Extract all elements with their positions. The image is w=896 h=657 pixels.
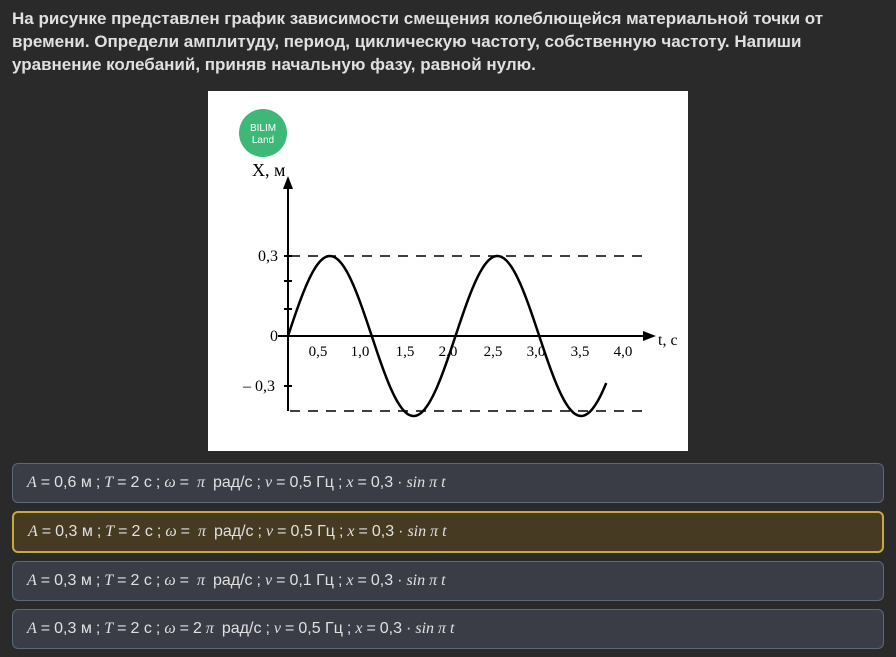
chart-svg: BILIM Land X, м t, с 0,3 0 – 0,3 0,5 [208,91,688,451]
svg-text:0,3: 0,3 [258,248,278,265]
question-text: На рисунке представлен график зависимост… [8,8,888,77]
svg-text:0: 0 [270,328,278,345]
logo-text-2: Land [252,135,274,146]
svg-text:– 0,3: – 0,3 [242,378,275,395]
y-ticks: 0,3 0 – 0,3 [242,248,292,395]
option-2[interactable]: A = 0,3 м; T = 2 с; ω = π рад/с; ν = 0,5… [12,511,884,553]
option-3[interactable]: A = 0,3 м; T = 2 с; ω = π рад/с; ν = 0,1… [12,561,884,601]
svg-text:2,5: 2,5 [484,344,503,360]
svg-text:3,5: 3,5 [571,344,590,360]
svg-text:0,5: 0,5 [309,344,328,360]
axes [278,176,656,411]
y-axis-label: X, м [252,160,285,180]
option-1[interactable]: A = 0,6 м; T = 2 с; ω = π рад/с; ν = 0,5… [12,463,884,503]
x-axis-label: t, с [658,332,678,349]
chart-container: BILIM Land X, м t, с 0,3 0 – 0,3 0,5 [208,91,688,451]
svg-text:4,0: 4,0 [614,344,633,360]
x-ticks: 0,5 1,0 1,5 2,0 2,5 3,0 3,5 4,0 [309,344,633,360]
options-list: A = 0,6 м; T = 2 с; ω = π рад/с; ν = 0,5… [8,463,888,649]
logo-text-1: BILIM [250,123,276,134]
svg-text:1,0: 1,0 [351,344,370,360]
svg-text:1,5: 1,5 [396,344,415,360]
